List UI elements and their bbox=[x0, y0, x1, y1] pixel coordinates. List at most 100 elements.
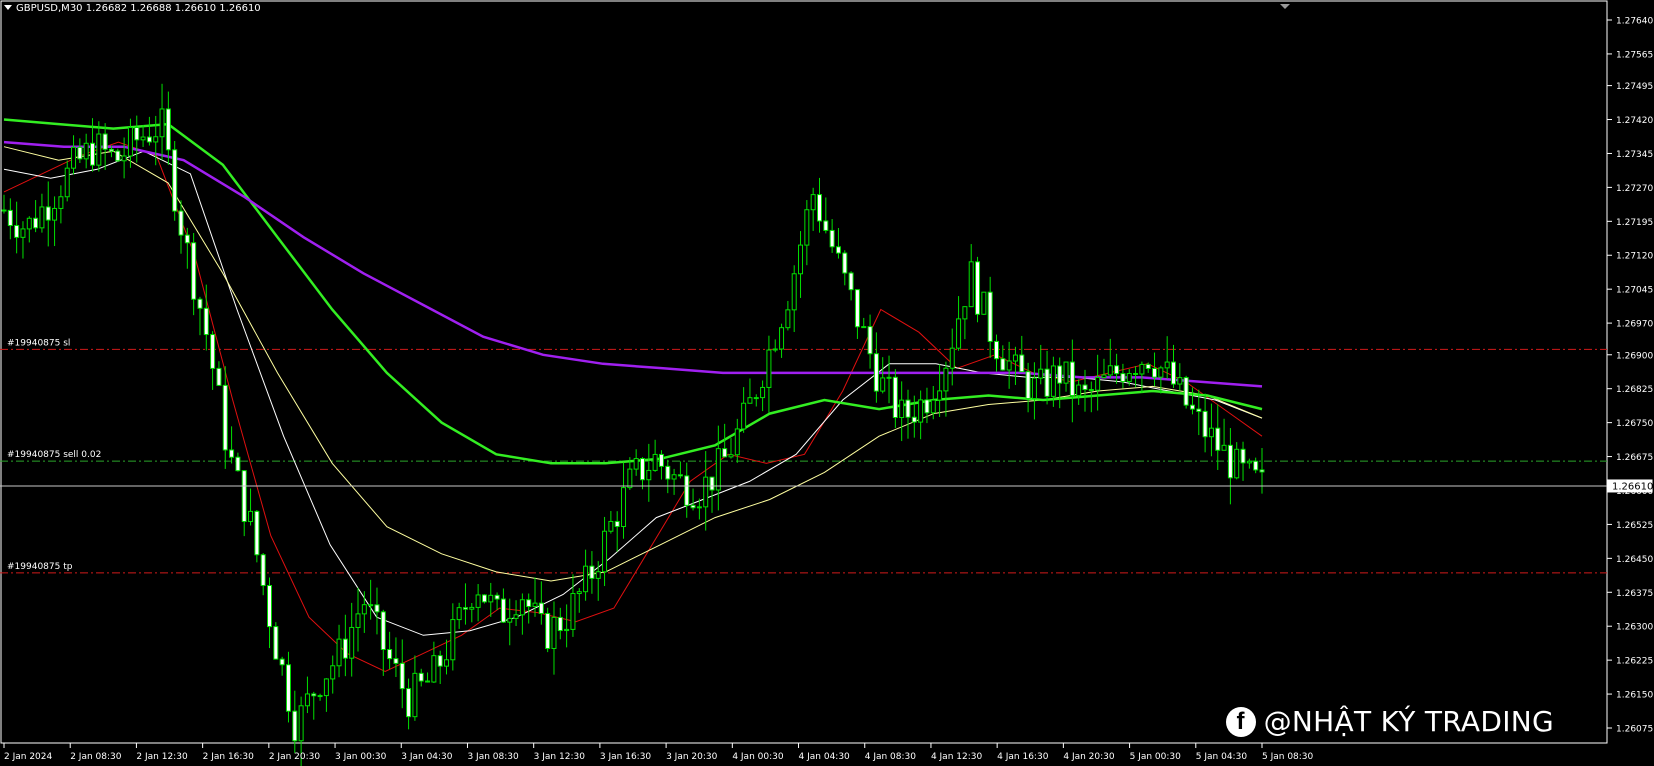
dropdown-triangle-icon[interactable] bbox=[4, 5, 12, 10]
price-tick-label: 1.26900 bbox=[1616, 351, 1653, 361]
candles bbox=[1, 83, 1265, 766]
candle bbox=[1227, 428, 1233, 505]
candle bbox=[494, 592, 500, 611]
candle bbox=[7, 198, 13, 240]
candle bbox=[267, 577, 273, 649]
candle bbox=[760, 380, 766, 412]
price-tick-label: 1.27565 bbox=[1616, 50, 1653, 60]
candle bbox=[488, 582, 494, 617]
candle bbox=[608, 511, 614, 534]
candle bbox=[968, 244, 974, 308]
candle bbox=[880, 357, 886, 394]
time-tick-label: 5 Jan 08:30 bbox=[1262, 752, 1314, 762]
candle bbox=[507, 598, 513, 646]
candle bbox=[500, 588, 506, 624]
candle bbox=[1240, 441, 1246, 481]
watermark: f @NHẬT KÝ TRADING bbox=[1225, 705, 1554, 738]
candle bbox=[823, 197, 829, 234]
chart-header: GBPUSD,M30 1.26682 1.26688 1.26610 1.266… bbox=[4, 3, 261, 15]
time-tick-label: 4 Jan 12:30 bbox=[931, 752, 983, 762]
candle bbox=[1012, 346, 1018, 385]
candle bbox=[804, 200, 810, 266]
candle bbox=[317, 693, 323, 701]
candle bbox=[330, 655, 336, 694]
candle bbox=[715, 425, 721, 511]
price-chart[interactable]: #19940875 sl #19940875 sell 0.02 #19940875… bbox=[0, 0, 1654, 766]
candle bbox=[658, 450, 664, 480]
candle bbox=[1221, 418, 1227, 451]
candle bbox=[646, 443, 652, 502]
candle bbox=[39, 193, 45, 233]
candle bbox=[1189, 387, 1195, 415]
candle bbox=[791, 265, 797, 333]
time-tick-label: 2 Jan 20:30 bbox=[269, 752, 321, 762]
candle bbox=[873, 332, 879, 403]
candle bbox=[387, 631, 393, 670]
chart-shift-marker-icon[interactable] bbox=[1280, 4, 1290, 9]
candle bbox=[216, 361, 222, 387]
candle bbox=[557, 607, 563, 640]
candle bbox=[545, 607, 551, 653]
candle bbox=[1076, 379, 1082, 405]
candle bbox=[64, 160, 70, 202]
candle bbox=[993, 334, 999, 372]
candle bbox=[779, 323, 785, 358]
candle bbox=[210, 331, 216, 390]
candle bbox=[342, 614, 348, 677]
candle bbox=[943, 361, 949, 417]
candle bbox=[1019, 335, 1025, 373]
price-tick-label: 1.27270 bbox=[1616, 184, 1653, 194]
time-tick-label: 3 Jan 08:30 bbox=[467, 752, 519, 762]
candle bbox=[1253, 457, 1259, 474]
candle bbox=[892, 369, 898, 428]
candle bbox=[835, 227, 841, 259]
candle bbox=[412, 655, 418, 721]
candle bbox=[1170, 344, 1176, 389]
order-line-label: #19940875 sl bbox=[7, 338, 70, 348]
time-axis[interactable]: 2 Jan 2024 2 Jan 08:30 2 Jan 12:30 2 Jan 16… bbox=[3, 743, 1314, 762]
candle bbox=[785, 300, 791, 331]
candle bbox=[848, 271, 854, 301]
candle bbox=[222, 366, 228, 469]
candle bbox=[241, 470, 247, 537]
candle bbox=[248, 488, 254, 526]
candle bbox=[665, 459, 671, 494]
candle bbox=[273, 622, 279, 660]
price-tick-label: 1.26375 bbox=[1616, 589, 1653, 599]
candle bbox=[229, 426, 235, 464]
candle bbox=[323, 678, 329, 712]
time-tick-label: 4 Jan 04:30 bbox=[799, 752, 851, 762]
candle bbox=[652, 439, 658, 472]
candle bbox=[532, 577, 538, 617]
price-tick-label: 1.27640 bbox=[1616, 17, 1653, 27]
candle bbox=[418, 668, 424, 687]
candle bbox=[1, 194, 7, 214]
candle bbox=[981, 291, 987, 315]
price-tick-label: 1.26675 bbox=[1616, 453, 1653, 463]
candle bbox=[1234, 442, 1240, 480]
candle bbox=[583, 549, 589, 601]
price-tick-label: 1.27345 bbox=[1616, 150, 1653, 160]
candle bbox=[71, 135, 77, 175]
candle bbox=[1095, 354, 1101, 411]
candle bbox=[279, 656, 285, 676]
candle bbox=[399, 639, 405, 709]
candle bbox=[595, 561, 601, 601]
candle bbox=[172, 140, 178, 221]
time-tick-label: 3 Jan 16:30 bbox=[600, 752, 652, 762]
candle bbox=[728, 438, 734, 459]
price-axis[interactable]: 1.27640 1.27565 1.27495 1.27420 1.27345 1.272… bbox=[1607, 17, 1653, 735]
price-tick-label: 1.26225 bbox=[1616, 657, 1653, 667]
candle bbox=[45, 181, 51, 247]
candle bbox=[519, 593, 525, 635]
candle bbox=[1063, 361, 1069, 392]
candle bbox=[671, 468, 677, 495]
candle bbox=[304, 676, 310, 714]
candle bbox=[766, 335, 772, 414]
time-tick-label: 2 Jan 2024 bbox=[4, 752, 52, 762]
candle bbox=[58, 185, 64, 224]
candle bbox=[551, 601, 557, 675]
candle bbox=[406, 678, 412, 730]
candle bbox=[96, 121, 102, 172]
candle bbox=[1215, 404, 1221, 470]
